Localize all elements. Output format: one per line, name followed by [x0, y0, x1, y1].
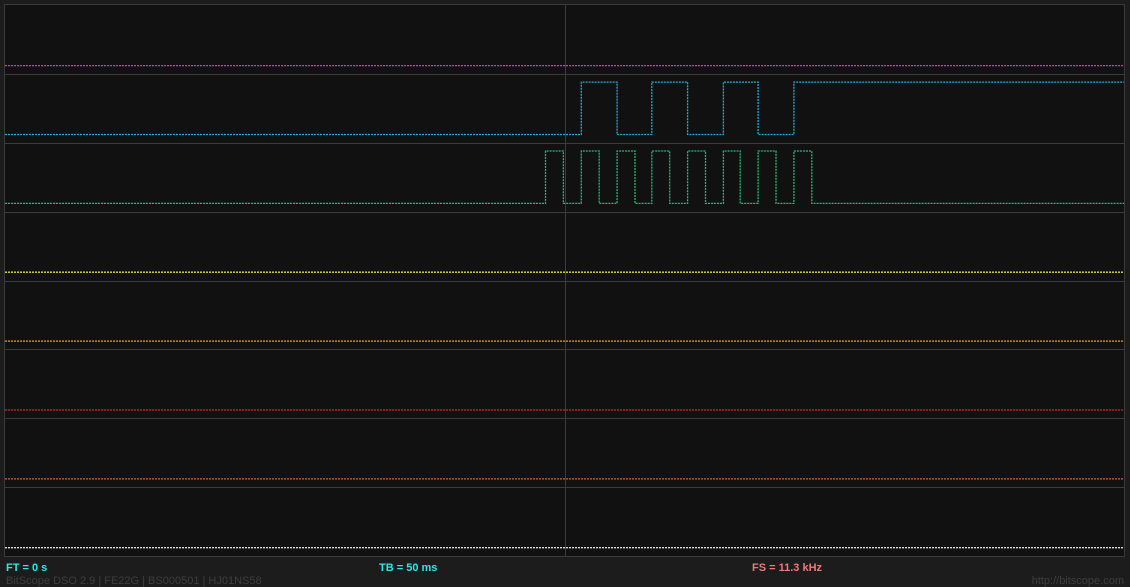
website-link[interactable]: http://bitscope.com — [1032, 575, 1124, 587]
frame-time-readout: FT = 0 s — [6, 562, 48, 574]
sample-rate-readout: FS = 11.3 kHz — [752, 562, 823, 574]
logic-analyzer-window: FT = 0 s TB = 50 ms FS = 11.3 kHz BitSco… — [0, 0, 1130, 587]
footer-bar: BitScope DSO 2.9 | FE22G | BS000501 | HJ… — [0, 575, 1130, 587]
timebase-readout: TB = 50 ms — [379, 562, 438, 574]
channel-1-trace — [5, 81, 1124, 136]
waveform-display[interactable] — [4, 4, 1125, 557]
status-bar: FT = 0 s TB = 50 ms FS = 11.3 kHz — [0, 562, 1130, 576]
device-info: BitScope DSO 2.9 | FE22G | BS000501 | HJ… — [6, 575, 262, 587]
channel-2-trace — [5, 150, 1124, 205]
waveform-traces — [5, 5, 1124, 556]
